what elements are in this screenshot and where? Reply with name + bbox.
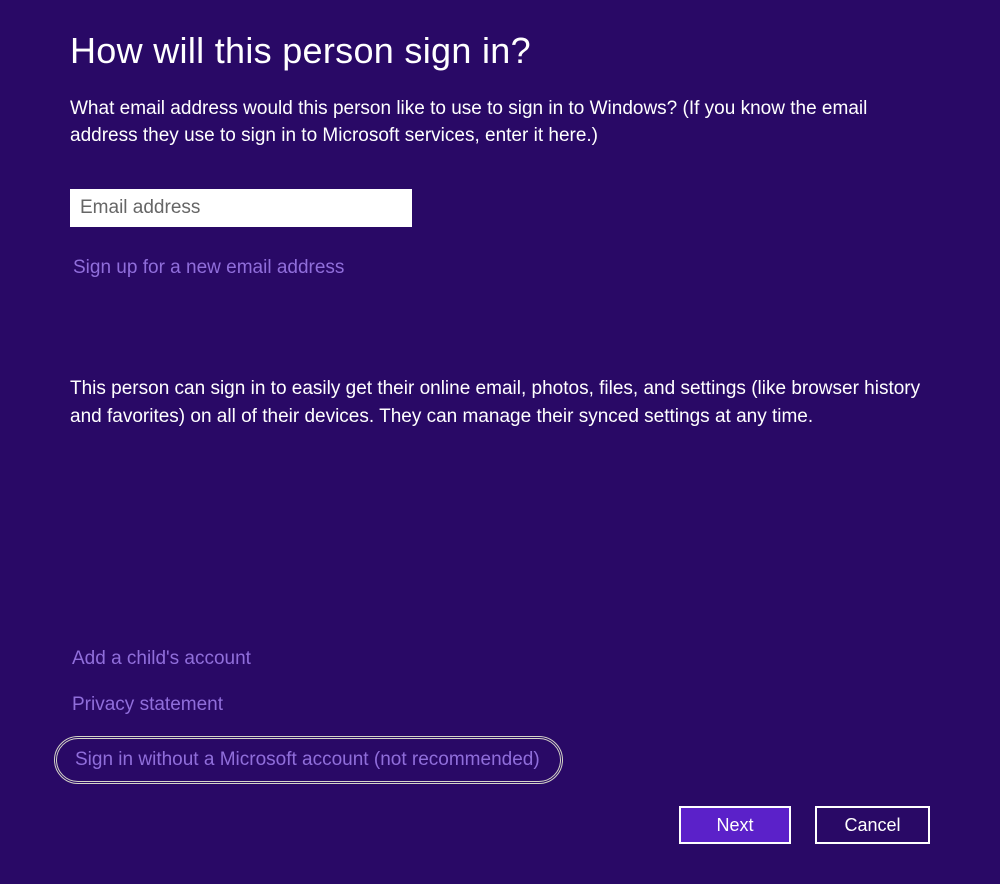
sign-in-without-account-link[interactable]: Sign in without a Microsoft account (not… (75, 749, 540, 771)
add-child-account-link[interactable]: Add a child's account (72, 648, 251, 670)
sign-in-without-account-highlight: Sign in without a Microsoft account (not… (54, 736, 563, 784)
page-title: How will this person sign in? (70, 30, 930, 72)
email-input[interactable] (70, 189, 412, 227)
info-text: This person can sign in to easily get th… (70, 375, 930, 430)
cancel-button[interactable]: Cancel (815, 806, 930, 844)
description-text: What email address would this person lik… (70, 96, 930, 149)
next-button[interactable]: Next (679, 806, 791, 844)
privacy-statement-link[interactable]: Privacy statement (72, 694, 223, 716)
signup-new-email-link[interactable]: Sign up for a new email address (73, 257, 344, 279)
